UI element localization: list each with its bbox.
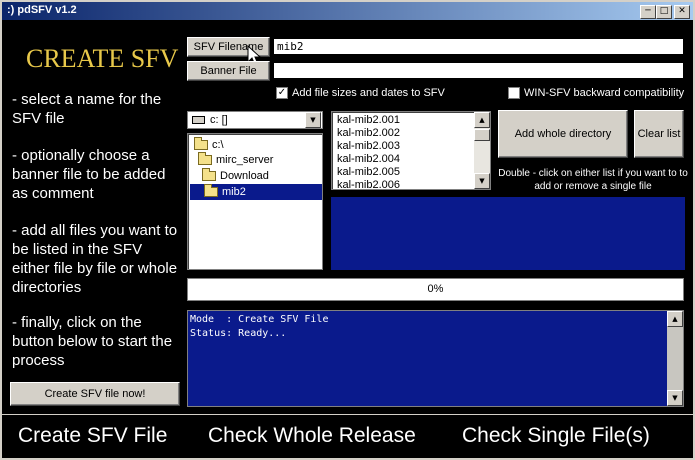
tab-check-single-files[interactable]: Check Single File(s) [462, 424, 650, 448]
sfv-filename-input[interactable]: mib2 [273, 38, 684, 55]
checkbox-checked-icon: ✓ [276, 87, 288, 99]
chevron-down-icon[interactable]: ▼ [305, 112, 321, 128]
progress-text: 0% [427, 283, 444, 295]
log-panel[interactable]: Mode : Create SFV File Status: Ready... … [187, 310, 684, 407]
section-title: CREATE SFV [26, 44, 179, 73]
tab-create-sfv[interactable]: Create SFV File [18, 424, 167, 448]
dir-item-mirc-server[interactable]: mirc_server [198, 152, 273, 168]
open-folder-icon [198, 152, 212, 165]
banner-file-button[interactable]: Banner File [187, 61, 270, 81]
title-bar[interactable]: :) pdSFV v1.2 ─ □ ✕ [2, 2, 693, 20]
file-info-panel [331, 197, 685, 270]
hint-text: Double - click on either list if you wan… [498, 168, 688, 192]
dir-item-mib2[interactable]: mib2 [190, 184, 322, 200]
create-sfv-now-button[interactable]: Create SFV file now! [10, 382, 180, 406]
file-list-item[interactable]: kal-mib2.005 [333, 166, 473, 179]
add-file-sizes-checkbox[interactable]: ✓ Add file sizes and dates to SFV [276, 87, 445, 99]
add-file-sizes-label: Add file sizes and dates to SFV [292, 87, 445, 99]
tab-divider [2, 414, 693, 415]
open-folder-icon [194, 137, 208, 150]
scroll-down-arrow-icon[interactable]: ▼ [474, 173, 490, 189]
file-list-item[interactable]: kal-mib2.001 [333, 114, 473, 127]
file-list-item[interactable]: kal-mib2.004 [333, 153, 473, 166]
scroll-up-arrow-icon[interactable]: ▲ [474, 112, 490, 128]
win-sfv-compat-checkbox[interactable]: WIN-SFV backward compatibility [508, 87, 684, 99]
directory-list[interactable]: c:\ mirc_server Download mib2 [187, 133, 323, 270]
tab-check-whole-release[interactable]: Check Whole Release [208, 424, 416, 448]
file-list-scrollbar[interactable]: ▲ ▼ [474, 112, 490, 189]
help-text-2: - optionally choose a banner file to be … [12, 147, 166, 202]
win-sfv-compat-label: WIN-SFV backward compatibility [524, 87, 685, 99]
window-title: :) pdSFV v1.2 [7, 4, 77, 16]
clear-list-button[interactable]: Clear list [634, 110, 684, 158]
file-list-item[interactable]: kal-mib2.003 [333, 140, 473, 153]
maximize-button[interactable]: □ [656, 5, 672, 19]
open-folder-icon [204, 184, 218, 197]
open-folder-icon [202, 168, 216, 181]
add-whole-directory-button[interactable]: Add whole directory [498, 110, 628, 158]
help-text-3: - add all files you want to be listed in… [12, 222, 178, 296]
dir-item-download[interactable]: Download [202, 168, 269, 184]
minimize-button[interactable]: ─ [640, 5, 656, 19]
log-scrollbar[interactable]: ▲ ▼ [667, 311, 683, 406]
drive-select[interactable]: c: [] ▼ [187, 111, 323, 129]
progress-bar: 0% [187, 278, 684, 301]
drive-icon [192, 116, 205, 124]
drive-select-value: c: [] [210, 114, 228, 126]
log-line-mode: Mode : Create SFV File [190, 314, 329, 325]
scroll-up-arrow-icon[interactable]: ▲ [667, 311, 683, 327]
scroll-down-arrow-icon[interactable]: ▼ [667, 390, 683, 406]
file-list[interactable]: kal-mib2.001 kal-mib2.002 kal-mib2.003 k… [331, 111, 491, 192]
dir-item-root[interactable]: c:\ [194, 137, 224, 153]
checkbox-unchecked-icon [508, 87, 520, 99]
log-line-status: Status: Ready... [190, 328, 287, 339]
banner-file-input[interactable] [273, 62, 684, 79]
file-list-item[interactable]: kal-mib2.002 [333, 127, 473, 140]
help-text-1: - select a name for the SFV file [12, 91, 162, 127]
close-button[interactable]: ✕ [674, 5, 690, 19]
file-list-item[interactable]: kal-mib2.006 [333, 179, 473, 192]
scroll-thumb[interactable] [474, 129, 490, 141]
help-text-4: - finally, click on the button below to … [12, 314, 173, 369]
